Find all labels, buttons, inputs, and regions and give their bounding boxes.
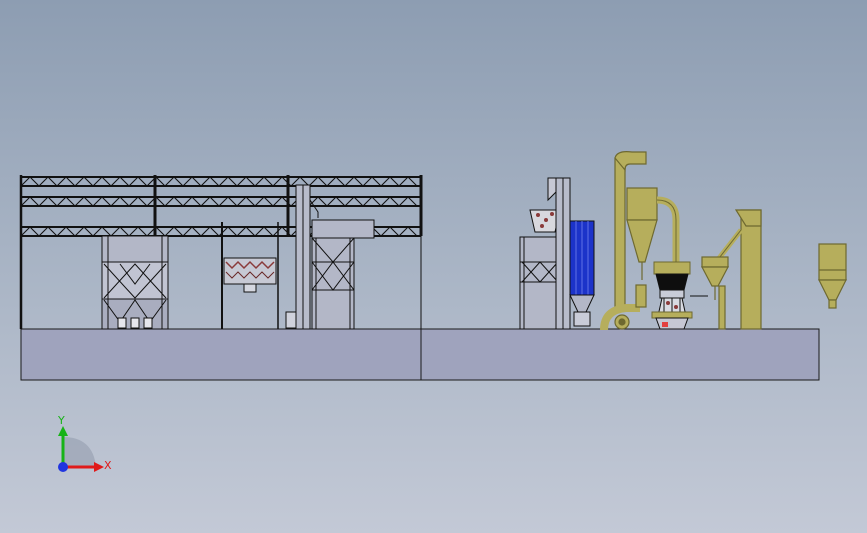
standalone-hopper	[818, 243, 847, 309]
roof-truss-upper	[20, 176, 421, 187]
x-axis-arrowhead	[94, 462, 104, 472]
x-axis-label: X	[104, 459, 112, 472]
grinding-mill	[651, 261, 708, 330]
steel-frame-structure	[19, 175, 423, 329]
screw-conveyor-hopper	[223, 257, 277, 293]
cad-viewport[interactable]: Y X	[0, 0, 867, 533]
y-axis-arrowhead	[58, 426, 68, 436]
roof-truss-middle	[20, 196, 421, 207]
left-platform	[20, 328, 422, 381]
feed-bin	[519, 209, 561, 330]
y-axis-label: Y	[57, 414, 65, 427]
silo-right	[311, 219, 375, 330]
assembly-drawing[interactable]	[0, 0, 867, 533]
triad-plane-shading	[63, 437, 96, 467]
orientation-triad[interactable]: Y X	[48, 412, 118, 482]
silo-left	[101, 235, 169, 330]
product-elevator	[701, 209, 762, 330]
z-axis-dot	[58, 462, 68, 472]
right-platform	[420, 328, 820, 381]
bag-filter	[569, 220, 595, 327]
